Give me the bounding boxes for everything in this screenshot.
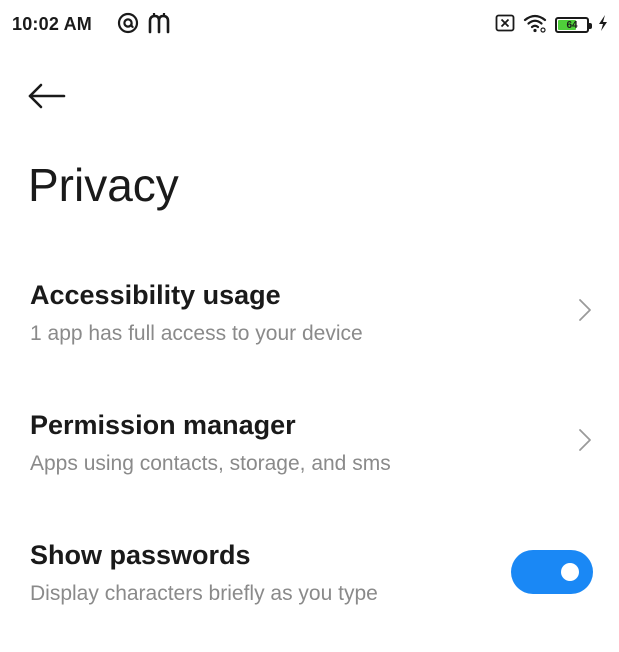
- at-sign-icon: [117, 12, 139, 39]
- setting-permission-manager[interactable]: Permission manager Apps using contacts, …: [0, 392, 619, 522]
- page-title: Privacy: [28, 159, 179, 211]
- wifi-icon: [523, 13, 547, 38]
- status-right-icons: 64: [495, 13, 609, 37]
- setting-subtitle: 1 app has full access to your device: [30, 322, 363, 345]
- status-bar: 10:02 AM 64: [0, 0, 619, 50]
- status-time: 10:02 AM: [12, 14, 92, 34]
- setting-title: Permission manager: [30, 410, 296, 440]
- setting-show-passwords[interactable]: Show passwords Display characters briefl…: [0, 522, 619, 652]
- charging-bolt-icon: [597, 14, 609, 37]
- battery-level: 64: [566, 19, 578, 31]
- chevron-right-icon: [577, 298, 593, 322]
- setting-subtitle: Apps using contacts, storage, and sms: [30, 452, 391, 475]
- back-button[interactable]: [26, 78, 74, 118]
- chevron-right-icon: [577, 428, 593, 452]
- toggle-knob: [561, 563, 579, 581]
- battery-nub: [589, 23, 592, 29]
- setting-subtitle: Display characters briefly as you type: [30, 582, 378, 605]
- setting-title: Show passwords: [30, 540, 251, 570]
- arrow-left-icon: [26, 82, 66, 115]
- show-passwords-toggle[interactable]: [511, 550, 593, 594]
- no-sim-icon: [495, 14, 515, 37]
- status-left-icons: [117, 12, 171, 39]
- settings-list: Accessibility usage 1 app has full acces…: [0, 262, 619, 652]
- setting-title: Accessibility usage: [30, 280, 281, 310]
- setting-accessibility-usage[interactable]: Accessibility usage 1 app has full acces…: [0, 262, 619, 392]
- battery-icon: 64: [555, 17, 592, 33]
- m-app-icon: [147, 12, 171, 39]
